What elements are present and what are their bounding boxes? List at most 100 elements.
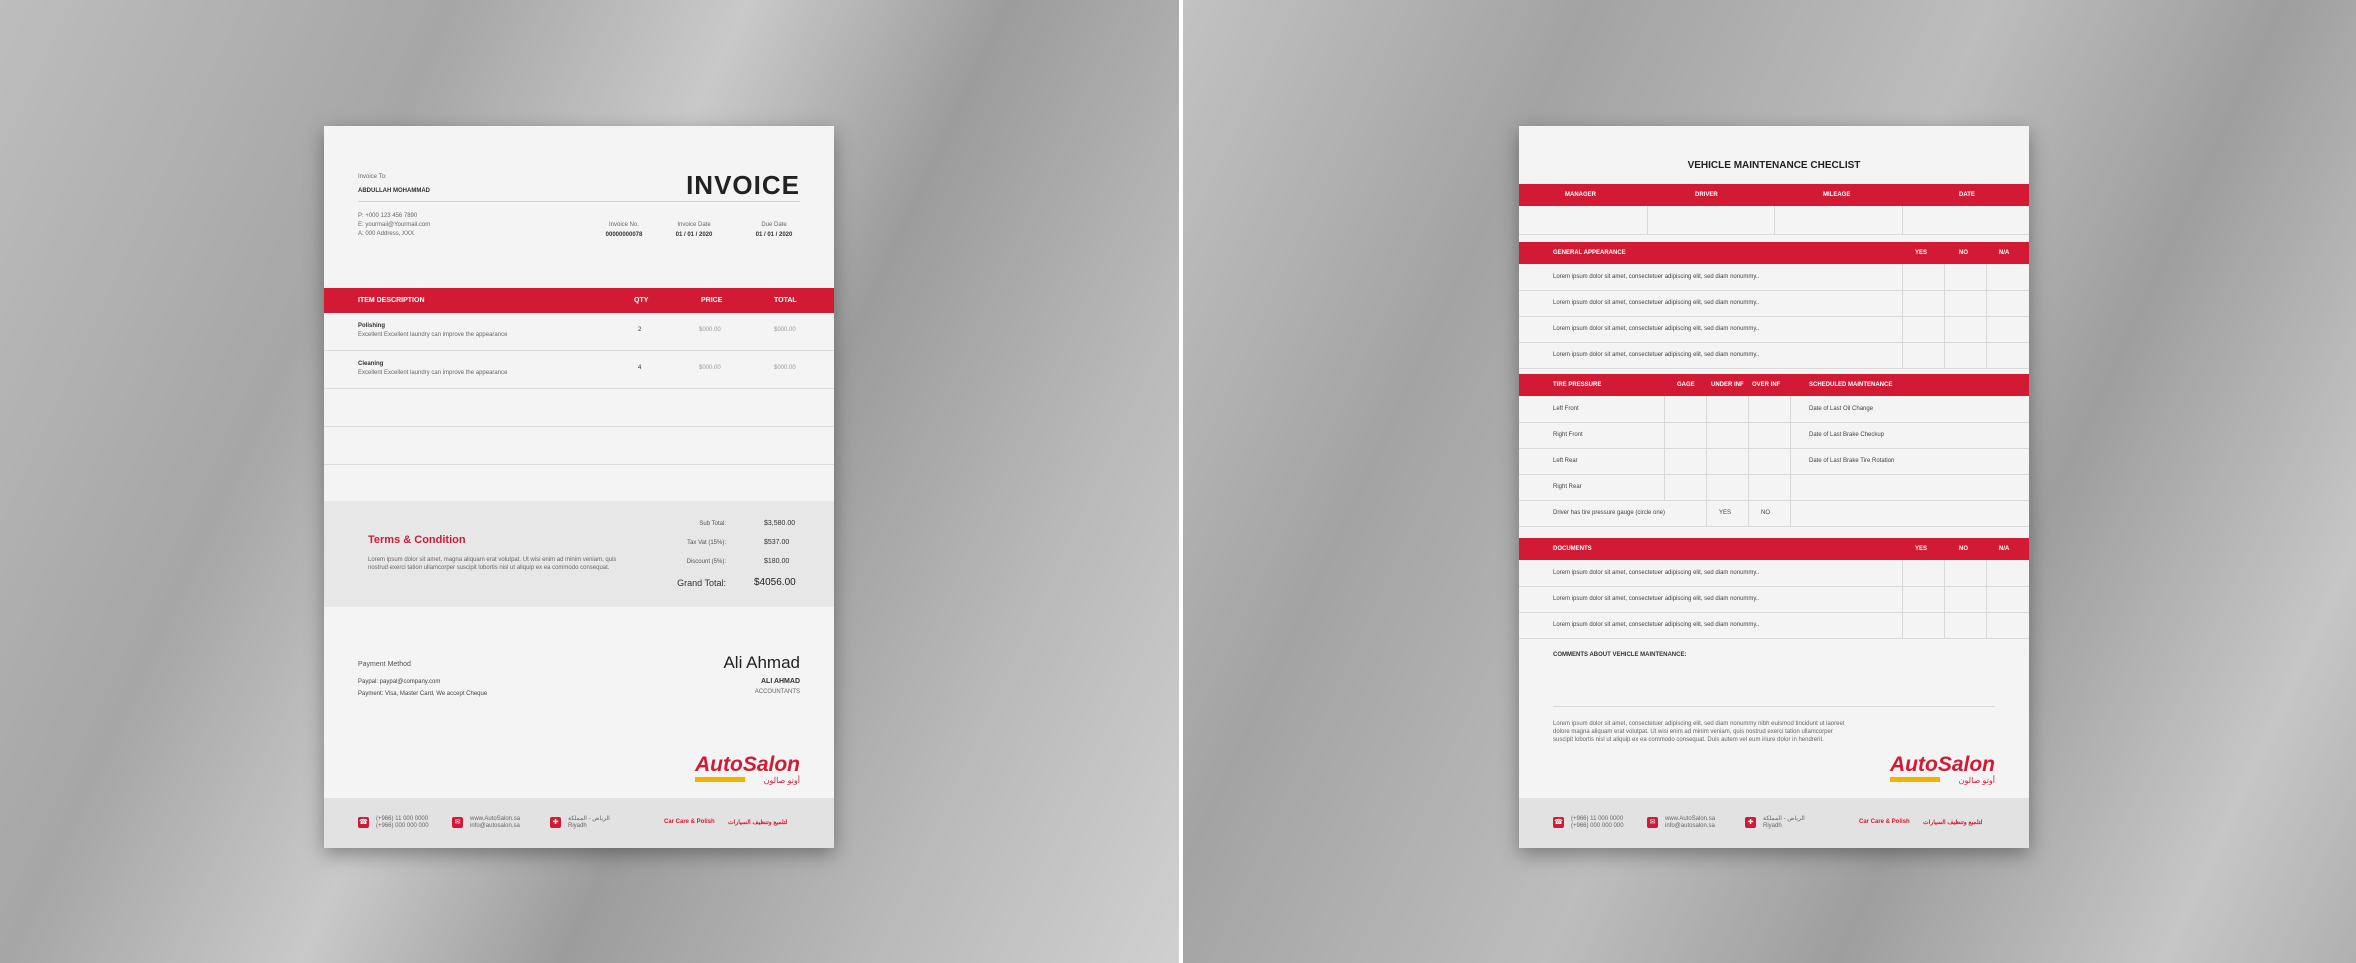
item-qty: 4 bbox=[638, 365, 642, 371]
contact-address: A: 000 Address, XXX bbox=[358, 231, 415, 237]
tax-label: Tax Vat (15%): bbox=[687, 540, 726, 546]
invoice-date-label: Invoice Date bbox=[677, 222, 711, 228]
checklist-footer: ☎ (+966) 11 000 0000 (+966) 000 000 000 … bbox=[1519, 798, 2029, 848]
tax-value: $537.00 bbox=[764, 539, 790, 546]
discount-value: $180.00 bbox=[764, 558, 790, 565]
invoice-to-label: Invoice To: bbox=[358, 174, 387, 180]
phone-1: (+966) 11 000 0000 bbox=[376, 816, 429, 822]
item-text: Lorem ipsum dolor sit amet, consectetuer… bbox=[1553, 274, 1760, 280]
header-divider bbox=[358, 201, 800, 202]
brand-logo: AutoSalon أوتو صالون bbox=[695, 754, 800, 786]
invoice-no: Invoice No. 00000000078 bbox=[594, 220, 654, 240]
cell-divider bbox=[1790, 396, 1791, 526]
invoice-backdrop: Invoice To: ABDULLAH MOHAMMAD INVOICE P:… bbox=[0, 0, 1179, 963]
web-email: info@autosalon.sa bbox=[1665, 823, 1715, 829]
docs-col-yes: YES bbox=[1915, 546, 1928, 552]
logo-text: AutoSalon bbox=[1890, 753, 1995, 776]
cell-divider bbox=[1706, 396, 1707, 526]
cell-divider bbox=[1944, 560, 1945, 638]
list-item: Lorem ipsum dolor sit amet, consectetuer… bbox=[1519, 612, 2029, 639]
address-1: الرياض - المملكة bbox=[1763, 816, 1805, 822]
terms-title: Terms & Condition bbox=[368, 534, 466, 546]
item-total: $000.00 bbox=[774, 327, 796, 333]
logo-underline bbox=[695, 777, 745, 782]
brand-logo: AutoSalon أوتو صالون bbox=[1890, 754, 1995, 786]
item-qty: 2 bbox=[638, 327, 642, 333]
signatory-role: ACCOUNTANTS bbox=[754, 689, 800, 695]
invoice-footer: ☎ (+966) 11 000 0000 (+966) 000 000 000 … bbox=[324, 798, 834, 848]
cell-divider bbox=[1902, 206, 1903, 234]
item-text: Lorem ipsum dolor sit amet, consectetuer… bbox=[1553, 352, 1760, 358]
address-2: Riyadh bbox=[1763, 823, 1782, 829]
phone-2: (+966) 000 000 000 bbox=[376, 823, 429, 829]
tagline-en: Car Care & Polish bbox=[664, 819, 715, 825]
tagline-en: Car Care & Polish bbox=[1859, 819, 1910, 825]
footer-address: الرياض - المملكة Riyadh bbox=[568, 816, 610, 830]
due-date-label: Due Date bbox=[761, 222, 787, 228]
tagline-ar: لتلميع وتنظيف السيارات bbox=[728, 820, 788, 826]
empty-row bbox=[324, 427, 834, 465]
col-gage: GAGE bbox=[1677, 382, 1695, 388]
signatory-name: ALI AHMAD bbox=[760, 678, 800, 685]
col-qty: QTY bbox=[634, 297, 649, 304]
invoice-sheet: Invoice To: ABDULLAH MOHAMMAD INVOICE P:… bbox=[324, 126, 834, 848]
item-name: Polishing bbox=[358, 323, 385, 329]
tire-label: Right Rear bbox=[1553, 484, 1582, 490]
tire-bar: TIRE PRESSURE GAGE UNDER INF OVER INF SC… bbox=[1519, 374, 2029, 396]
header-bar: MANAGER DRIVER MILEAGE DATE bbox=[1519, 184, 2029, 206]
phone-icon: ☎ bbox=[1553, 817, 1564, 828]
signature: Ali Ahmad bbox=[723, 653, 800, 672]
item-total: $000.00 bbox=[774, 365, 796, 371]
footer-address: الرياض - المملكة Riyadh bbox=[1763, 816, 1805, 830]
item-name: Cleaning bbox=[358, 361, 384, 367]
item-text: Lorem ipsum dolor sit amet, consectetuer… bbox=[1553, 300, 1760, 306]
sched-title: SCHEDULED MAINTENANCE bbox=[1809, 382, 1893, 388]
item-desc: Excellent Excellent laundry can improve … bbox=[358, 332, 508, 338]
cell-divider bbox=[1986, 560, 1987, 638]
doc-text: Lorem ipsum dolor sit amet, consectetuer… bbox=[1553, 622, 1760, 628]
empty-row bbox=[324, 465, 834, 503]
invoice-date-value: 01 / 01 / 2020 bbox=[675, 232, 713, 238]
item-desc: Excellent Excellent laundry can improve … bbox=[358, 370, 508, 376]
item-price: $000.00 bbox=[699, 365, 721, 371]
cell-divider bbox=[1902, 560, 1903, 638]
col-yes: YES bbox=[1915, 250, 1928, 256]
contact-phone: P: +000 123 456 7890 bbox=[358, 213, 418, 219]
footer-web: www.AutoSalon.sa info@autosalon.sa bbox=[1665, 816, 1715, 830]
logo-underline bbox=[1890, 777, 1940, 782]
table-row: Driver has tire pressure gauge (circle o… bbox=[1519, 500, 2029, 527]
cell-divider bbox=[1944, 264, 1945, 368]
web-icon: ✉ bbox=[452, 817, 463, 828]
sched-item: Date of Last Oil Change bbox=[1809, 406, 1874, 412]
tire-label: Right Front bbox=[1553, 432, 1583, 438]
subtotal-value: $3,580.00 bbox=[764, 520, 796, 527]
sched-item: Date of Last Brake Tire Rotation bbox=[1809, 458, 1895, 464]
col-no: NO bbox=[1959, 250, 1968, 256]
col-total: TOTAL bbox=[774, 297, 797, 304]
tire-label: Left Front bbox=[1553, 406, 1579, 412]
cell-divider bbox=[1774, 206, 1775, 234]
docs-bar: DOCUMENTS YES NO N/A bbox=[1519, 538, 2029, 560]
due-date-value: 01 / 01 / 2020 bbox=[755, 232, 793, 238]
docs-col-na: N/A bbox=[1999, 546, 2010, 552]
invoice-to-name: ABDULLAH MOHAMMAD bbox=[358, 188, 430, 194]
cell-divider bbox=[1986, 264, 1987, 368]
contact-email: E: yourmail@Yourmail.com bbox=[358, 222, 431, 228]
sched-item: Date of Last Brake Checkup bbox=[1809, 432, 1885, 438]
docs-title: DOCUMENTS bbox=[1553, 546, 1592, 552]
table-row: Left Front bbox=[1519, 396, 2029, 423]
table-row: Right Front bbox=[1519, 422, 2029, 449]
phone-1: (+966) 11 000 0000 bbox=[1571, 816, 1624, 822]
list-item: Lorem ipsum dolor sit amet, consectetuer… bbox=[1519, 560, 2029, 587]
comments-label: COMMENTS ABOUT VEHICLE MAINTENANCE: bbox=[1553, 652, 1687, 658]
general-bar: GENERAL APPEARANCE YES NO N/A bbox=[1519, 242, 2029, 264]
totals-band bbox=[324, 501, 834, 607]
contact-block: P: +000 123 456 7890 E: yourmail@Yourmai… bbox=[358, 212, 430, 239]
terms-text: Lorem ipsum dolor sit amet, magna aliqua… bbox=[368, 557, 617, 571]
item-text: Lorem ipsum dolor sit amet, consectetuer… bbox=[1553, 326, 1760, 332]
list-item: Lorem ipsum dolor sit amet, consectetuer… bbox=[1519, 586, 2029, 613]
header-manager: MANAGER bbox=[1565, 192, 1596, 198]
grand-total-value: $4056.00 bbox=[754, 577, 796, 588]
cell-divider bbox=[1902, 264, 1903, 368]
list-item: Lorem ipsum dolor sit amet, consectetuer… bbox=[1519, 316, 2029, 343]
